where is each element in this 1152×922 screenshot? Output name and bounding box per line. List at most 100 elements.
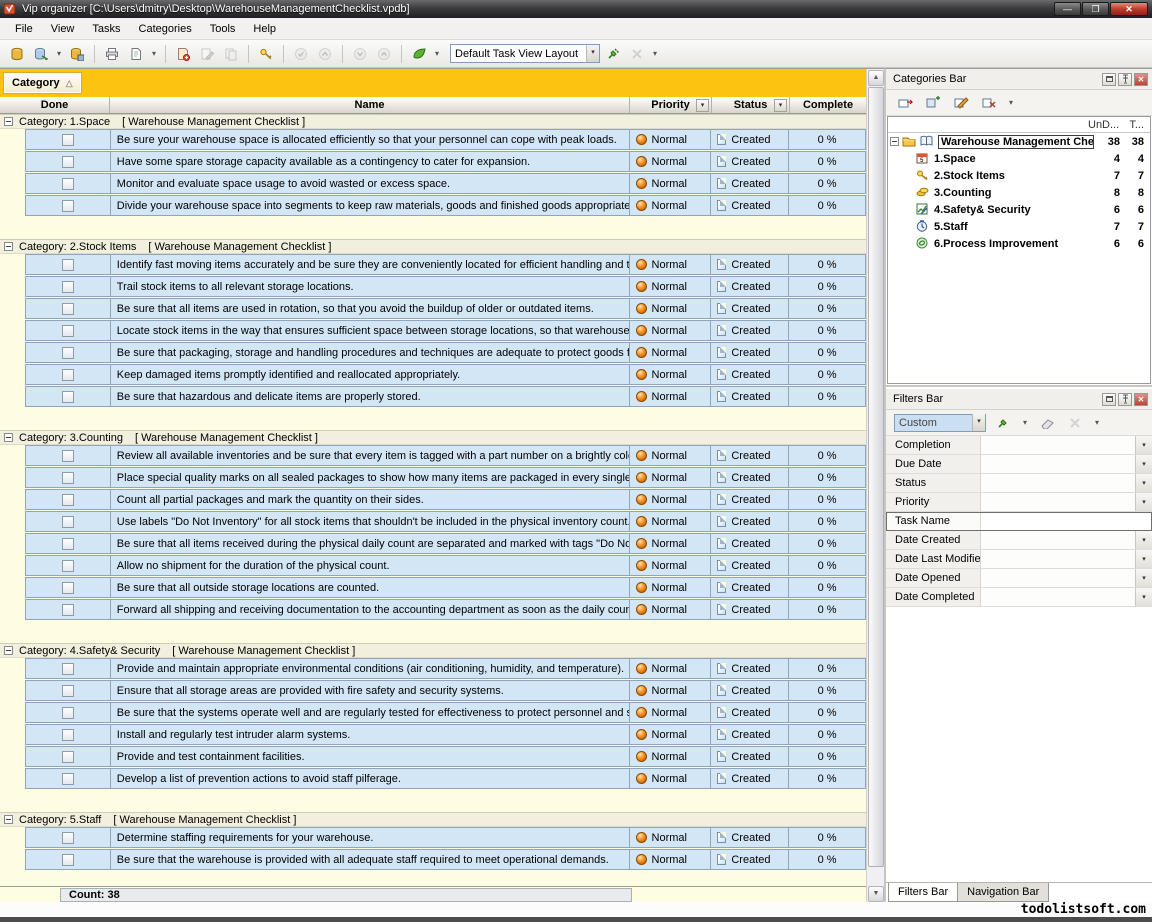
task-checkbox[interactable] — [62, 391, 74, 403]
category-tree-item[interactable]: 4.Safety& Security 6 6 — [888, 201, 1150, 218]
scrollbar-thumb[interactable] — [868, 87, 884, 867]
task-name-filter-input[interactable] — [981, 512, 1152, 530]
task-checkbox[interactable] — [62, 450, 74, 462]
save-database-button[interactable] — [66, 43, 88, 65]
category-tree-item[interactable]: Warehouse Management Che 38 38 — [888, 133, 1150, 150]
menu-categories[interactable]: Categories — [130, 20, 201, 38]
edit-task-button[interactable] — [196, 43, 218, 65]
filter-dropdown-button[interactable]: ▾ — [1135, 550, 1152, 568]
menu-file[interactable]: File — [6, 20, 42, 38]
notifications-button[interactable] — [408, 43, 430, 65]
collapse-icon[interactable] — [4, 815, 13, 824]
task-row[interactable]: Be sure that hazardous and delicate item… — [25, 386, 866, 407]
task-row[interactable]: Determine staffing requirements for your… — [25, 827, 866, 848]
apply-filter-dropdown[interactable]: ▾ — [1020, 418, 1030, 427]
task-row[interactable]: Be sure that packaging, storage and hand… — [25, 342, 866, 363]
task-row[interactable]: Count all partial packages and mark the … — [25, 489, 866, 510]
task-row[interactable]: Monitor and evaluate space usage to avoi… — [25, 173, 866, 194]
close-button[interactable]: ✕ — [1110, 2, 1148, 16]
print-preview-button[interactable] — [125, 43, 147, 65]
filter-preset-dropdown[interactable]: ▾ — [972, 414, 985, 431]
category-group-header[interactable]: Category: 1.Space [ Warehouse Management… — [0, 114, 866, 129]
filters-toolbar-overflow[interactable]: ▾ — [1092, 418, 1102, 427]
new-category-button[interactable] — [894, 92, 916, 114]
new-subcategory-button[interactable] — [922, 92, 944, 114]
task-row[interactable]: Install and regularly test intruder alar… — [25, 724, 866, 745]
category-tree-item[interactable]: 3.Counting 8 8 — [888, 184, 1150, 201]
task-checkbox[interactable] — [62, 259, 74, 271]
task-row[interactable]: Be sure that the systems operate well an… — [25, 702, 866, 723]
panel-restore-button[interactable] — [1102, 73, 1116, 86]
task-row[interactable]: Have some spare storage capacity availab… — [25, 151, 866, 172]
task-row[interactable]: Ensure that all storage areas are provid… — [25, 680, 866, 701]
delete-filter-button[interactable] — [1064, 412, 1086, 434]
tab-navigation-bar[interactable]: Navigation Bar — [958, 883, 1049, 902]
task-checkbox[interactable] — [62, 538, 74, 550]
panel-close-button[interactable]: ✕ — [1134, 73, 1148, 86]
task-row[interactable]: Be sure that the warehouse is provided w… — [25, 849, 866, 870]
status-filter-button[interactable]: ▾ — [774, 99, 787, 112]
move-up-button[interactable] — [373, 43, 395, 65]
category-tree-item[interactable]: 2.Stock Items 7 7 — [888, 167, 1150, 184]
filter-dropdown-button[interactable]: ▾ — [1135, 588, 1152, 606]
toolbar-overflow-dropdown[interactable]: ▾ — [650, 49, 660, 58]
filter-value[interactable] — [981, 512, 1152, 530]
task-row[interactable]: Be sure that all items are used in rotat… — [25, 298, 866, 319]
panel-pin-button[interactable] — [1118, 393, 1132, 406]
print-button[interactable] — [101, 43, 123, 65]
assign-key-button[interactable] — [255, 43, 277, 65]
filter-preset-combo[interactable]: Custom ▾ — [894, 414, 986, 432]
task-checkbox[interactable] — [62, 178, 74, 190]
menu-tasks[interactable]: Tasks — [83, 20, 129, 38]
filter-value[interactable] — [981, 436, 1135, 454]
layout-combo-dropdown[interactable]: ▾ — [586, 45, 599, 62]
task-checkbox[interactable] — [62, 369, 74, 381]
filter-dropdown-button[interactable]: ▾ — [1135, 436, 1152, 454]
category-group-header[interactable]: Category: 3.Counting [ Warehouse Managem… — [0, 430, 866, 445]
column-header-status[interactable]: Status▾ — [712, 97, 790, 113]
task-row[interactable]: Be sure your warehouse space is allocate… — [25, 129, 866, 150]
duplicate-task-button[interactable] — [220, 43, 242, 65]
collapse-icon[interactable] — [4, 646, 13, 655]
task-checkbox[interactable] — [62, 325, 74, 337]
new-task-button[interactable] — [172, 43, 194, 65]
task-row[interactable]: Trail stock items to all relevant storag… — [25, 276, 866, 297]
move-down-button[interactable] — [349, 43, 371, 65]
filter-value[interactable] — [981, 550, 1135, 568]
task-checkbox[interactable] — [62, 472, 74, 484]
task-checkbox[interactable] — [62, 303, 74, 315]
filter-value[interactable] — [981, 455, 1135, 473]
maximize-button[interactable]: ❐ — [1082, 2, 1109, 16]
task-row[interactable]: Identify fast moving items accurately an… — [25, 254, 866, 275]
task-row[interactable]: Place special quality marks on all seale… — [25, 467, 866, 488]
delete-category-button[interactable] — [978, 92, 1000, 114]
task-checkbox[interactable] — [62, 832, 74, 844]
task-checkbox[interactable] — [62, 751, 74, 763]
task-checkbox[interactable] — [62, 516, 74, 528]
notifications-dropdown[interactable]: ▾ — [432, 49, 442, 58]
apply-filter-button[interactable] — [992, 412, 1014, 434]
task-checkbox[interactable] — [62, 773, 74, 785]
task-row[interactable]: Be sure that all items received during t… — [25, 533, 866, 554]
task-row[interactable]: Be sure that all outside storage locatio… — [25, 577, 866, 598]
category-tree-item[interactable]: 5.Staff 7 7 — [888, 218, 1150, 235]
task-checkbox[interactable] — [62, 663, 74, 675]
column-header-done[interactable]: Done — [0, 97, 110, 113]
task-row[interactable]: Use labels "Do Not Inventory" for all st… — [25, 511, 866, 532]
task-checkbox[interactable] — [62, 494, 74, 506]
filter-dropdown-button[interactable]: ▾ — [1135, 474, 1152, 492]
task-view-layout-combo[interactable]: Default Task View Layout ▾ — [450, 44, 600, 63]
column-header-name[interactable]: Name — [110, 97, 630, 113]
task-checkbox[interactable] — [62, 582, 74, 594]
categories-toolbar-overflow[interactable]: ▾ — [1006, 98, 1016, 107]
menu-view[interactable]: View — [42, 20, 84, 38]
category-tree-item[interactable]: 5 1.Space 4 4 — [888, 150, 1150, 167]
task-checkbox[interactable] — [62, 604, 74, 616]
column-total[interactable]: T... — [1122, 119, 1150, 131]
filter-dropdown-button[interactable]: ▾ — [1135, 531, 1152, 549]
filter-value[interactable] — [981, 493, 1135, 511]
task-row[interactable]: Provide and maintain appropriate environ… — [25, 658, 866, 679]
filter-value[interactable] — [981, 569, 1135, 587]
clear-filter-button[interactable] — [1036, 412, 1058, 434]
scroll-up-button[interactable]: ▲ — [868, 70, 884, 86]
